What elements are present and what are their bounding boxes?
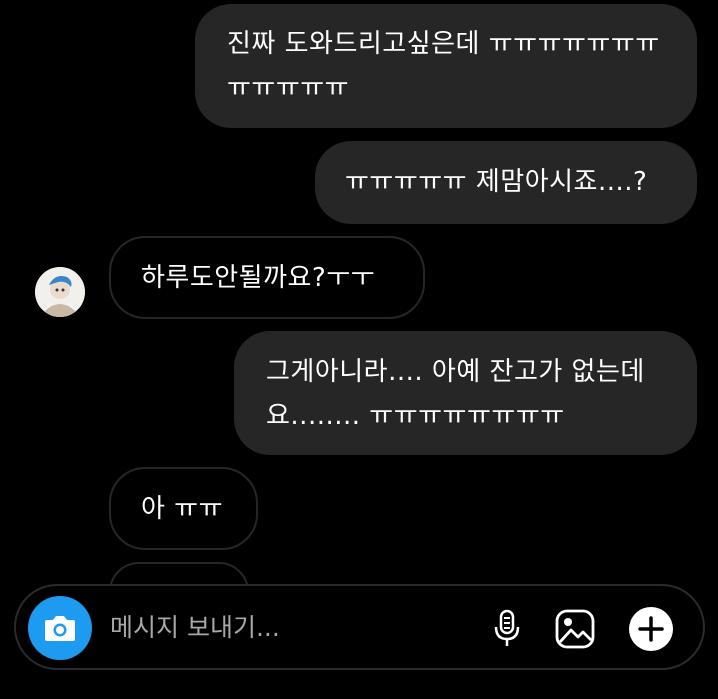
microphone-button[interactable] [484, 606, 530, 652]
avatar-image [35, 267, 85, 317]
message-input[interactable]: 메시지 보내기... [110, 608, 280, 648]
avatar[interactable] [35, 267, 85, 317]
incoming-message[interactable]: 아 ㅠㅠ [109, 467, 258, 550]
microphone-icon [494, 609, 520, 646]
camera-icon [45, 616, 75, 641]
message-composer: 메시지 보내기... [14, 584, 705, 670]
camera-button[interactable] [28, 596, 92, 660]
outgoing-message[interactable]: 진짜 도와드리고싶은데 ㅠㅠㅠㅠㅠㅠㅠ ㅠㅠㅠㅠㅠ [195, 4, 697, 128]
image-gallery-icon [555, 609, 595, 649]
outgoing-message[interactable]: 그게아니라.... 아예 잔고가 없는데 요........ ㅠㅠㅠㅠㅠㅠㅠㅠ [234, 331, 697, 455]
outgoing-message[interactable]: ㅠㅠㅠㅠㅠ 제맘아시죠....? [315, 141, 697, 224]
add-button[interactable] [628, 606, 674, 652]
plus-icon [629, 607, 673, 651]
gallery-button[interactable] [552, 606, 598, 652]
incoming-message[interactable]: 하루도안될까요?ㅜㅜ [109, 236, 425, 319]
